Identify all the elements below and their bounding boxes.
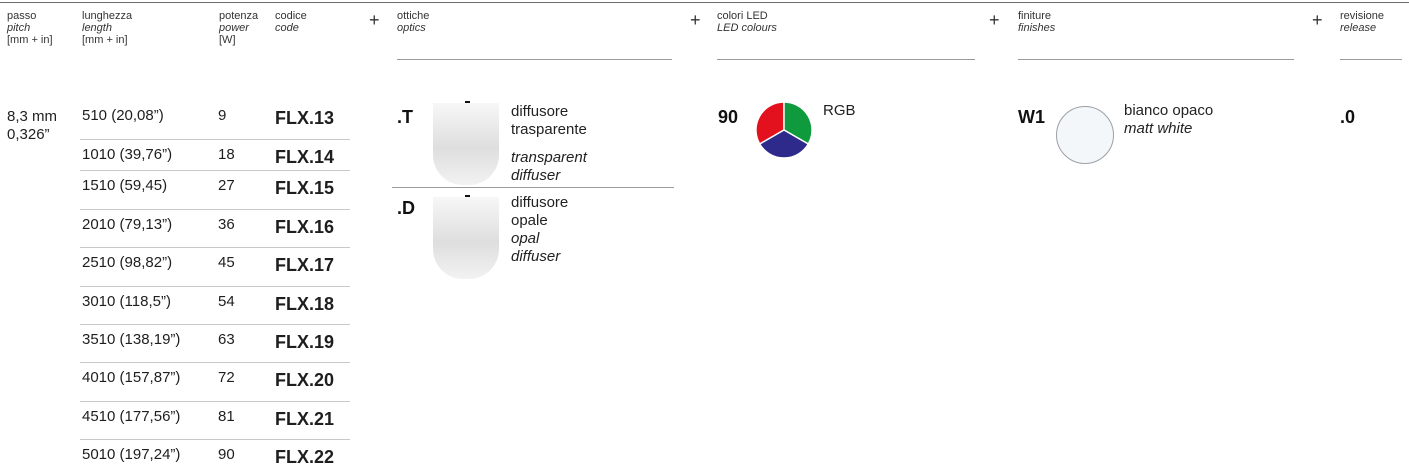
table-row: 2510 (98,82”) 45 FLX.17: [80, 248, 350, 277]
code-cell: FLX.22: [275, 447, 335, 467]
optic-t-it-1: diffusore: [511, 103, 569, 120]
header-length-en: length: [82, 22, 112, 34]
finish-it: bianco opaco: [1124, 102, 1214, 119]
optic-d-en-1: opal: [511, 230, 540, 247]
header-pitch-unit: [mm + in]: [7, 34, 53, 46]
transparent-diffuser-image: [433, 103, 499, 185]
led-label: RGB: [823, 102, 856, 119]
power-cell: 18: [218, 146, 235, 163]
table-row: 4010 (157,87”) 72 FLX.20: [80, 363, 350, 392]
power-cell: 81: [218, 408, 235, 425]
header-led-en: LED colours: [717, 22, 777, 34]
table-row: 3010 (118,5”) 54 FLX.18: [80, 287, 350, 316]
top-rule: [0, 2, 1409, 3]
power-cell: 90: [218, 446, 235, 463]
header-power-it: potenza: [219, 10, 259, 22]
table-row: 510 (20,08”) 9 FLX.13: [80, 101, 350, 130]
opal-diffuser-image: [433, 197, 499, 279]
length-cell: 1510 (59,45): [82, 177, 168, 194]
header-code: codice code: [275, 10, 307, 34]
code-cell: FLX.21: [275, 409, 335, 429]
table-row: 4510 (177,56”) 81 FLX.21: [80, 402, 350, 431]
header-length-it: lunghezza: [82, 10, 133, 22]
code-cell: FLX.13: [275, 108, 335, 128]
header-pitch: passo pitch [mm + in]: [7, 10, 53, 46]
header-finishes: finiture finishes: [1018, 10, 1055, 34]
optics-divider: [392, 187, 674, 188]
pitch-mm: 8,3 mm: [7, 108, 58, 125]
length-cell: 1010 (39,76”): [82, 146, 173, 163]
length-cell: 5010 (197,24”): [82, 446, 181, 463]
code-cell: FLX.19: [275, 332, 335, 352]
code-cell: FLX.17: [275, 255, 335, 275]
length-cell: 2510 (98,82”): [82, 254, 173, 271]
header-power-unit: [W]: [219, 34, 236, 46]
code-cell: FLX.18: [275, 294, 335, 314]
table-row: 1010 (39,76”) 18 FLX.14: [80, 140, 350, 169]
optic-d-en-2: diffuser: [511, 248, 561, 265]
header-release-it: revisione: [1340, 10, 1385, 22]
plus-sign-1: +: [369, 10, 380, 30]
length-cell: 2010 (79,13”): [82, 216, 173, 233]
matt-white-swatch: [1056, 106, 1114, 164]
length-cell: 4510 (177,56”): [82, 408, 181, 425]
rgb-color-wheel-icon: [755, 101, 813, 159]
code-cell: FLX.16: [275, 217, 335, 237]
pitch-in: 0,326”: [7, 126, 50, 143]
optic-code-t: .T: [397, 107, 413, 127]
table-row: 1510 (59,45) 27 FLX.15: [80, 171, 350, 200]
length-cell: 3010 (118,5”): [82, 293, 171, 310]
power-cell: 27: [218, 177, 235, 194]
table-row: 3510 (138,19”) 63 FLX.19: [80, 325, 350, 354]
optic-d-it-2: opale: [511, 212, 548, 229]
code-cell: FLX.20: [275, 370, 335, 390]
power-cell: 9: [218, 107, 227, 124]
power-cell: 72: [218, 369, 235, 386]
header-release: revisione release: [1340, 10, 1384, 34]
power-cell: 63: [218, 331, 235, 348]
power-cell: 54: [218, 293, 235, 310]
header-power: potenza power [W]: [219, 10, 258, 46]
finish-en: matt white: [1124, 120, 1193, 137]
plus-sign-2: +: [690, 10, 701, 30]
header-optics-en: optics: [397, 22, 426, 34]
header-optics: ottiche optics: [397, 10, 429, 34]
optic-d-it-1: diffusore: [511, 194, 569, 211]
header-finishes-it: finiture: [1018, 10, 1052, 22]
length-cell: 510 (20,08”): [82, 107, 164, 124]
release-code: .0: [1340, 107, 1356, 127]
plus-sign-3: +: [989, 10, 1000, 30]
header-optics-it: ottiche: [397, 10, 430, 22]
optic-t-en-2: diffuser: [511, 167, 561, 184]
optics-underline: [397, 59, 672, 60]
optic-t-en-1: transparent: [511, 149, 587, 166]
header-length: lunghezza length [mm + in]: [82, 10, 132, 46]
finishes-underline: [1018, 59, 1294, 60]
code-cell: FLX.14: [275, 147, 335, 167]
header-code-en: code: [275, 22, 299, 34]
header-release-en: release: [1340, 22, 1377, 34]
led-code: 90: [718, 107, 739, 127]
power-cell: 45: [218, 254, 235, 271]
code-cell: FLX.15: [275, 178, 335, 198]
header-code-it: codice: [275, 10, 307, 22]
optic-code-d: .D: [397, 198, 415, 218]
optic-t-it-2: trasparente: [511, 121, 587, 138]
power-cell: 36: [218, 216, 235, 233]
plus-sign-4: +: [1312, 10, 1323, 30]
table-row: 2010 (79,13”) 36 FLX.16: [80, 210, 350, 239]
header-led: colori LED LED colours: [717, 10, 777, 34]
header-pitch-it: passo: [7, 10, 37, 22]
length-cell: 4010 (157,87”): [82, 369, 181, 386]
header-pitch-en: pitch: [7, 22, 31, 34]
table-row: 5010 (197,24”) 90 FLX.22: [80, 440, 350, 469]
header-length-unit: [mm + in]: [82, 34, 128, 46]
finish-code: W1: [1018, 107, 1045, 127]
length-cell: 3510 (138,19”): [82, 331, 181, 348]
header-led-it: colori LED: [717, 10, 768, 22]
header-power-en: power: [219, 22, 249, 34]
release-underline: [1340, 59, 1402, 60]
header-finishes-en: finishes: [1018, 22, 1056, 34]
led-underline: [717, 59, 975, 60]
